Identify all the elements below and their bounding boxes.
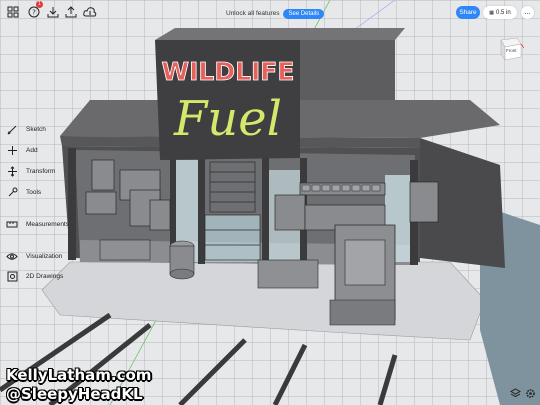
more-button[interactable]: ... [521, 6, 534, 19]
menu-label: Transform [26, 167, 56, 175]
sign-line-2: Fuel [173, 91, 282, 147]
menu-item-transform[interactable]: Transform [4, 163, 55, 179]
menu-label: Add [26, 146, 38, 154]
move-icon [4, 163, 20, 179]
share-button[interactable]: Share [456, 6, 480, 19]
download-icon[interactable] [45, 4, 61, 20]
ruler-icon [4, 216, 20, 232]
cloud-icon[interactable] [82, 4, 98, 20]
wrench-icon [4, 184, 20, 200]
view-cube[interactable]: Front [498, 35, 525, 61]
svg-text:?: ? [32, 9, 36, 17]
menu-item-measurements[interactable]: Measurements [4, 216, 69, 232]
model-scene: WILDLIFE Fuel [0, 0, 540, 405]
watermark-handle: @SleepyHeadKL [6, 385, 143, 403]
see-details-button[interactable]: See Details [283, 8, 325, 19]
menu-item-2d-drawings[interactable]: 2D Drawings [4, 268, 63, 284]
pencil-icon [4, 121, 20, 137]
grid-icon[interactable] [5, 4, 21, 20]
units-value: 0.5 in [496, 9, 511, 16]
unlock-text: Unlock all features [226, 10, 280, 17]
plus-icon [4, 142, 20, 158]
sign-line-1: WILDLIFE [162, 57, 295, 86]
menu-item-sketch[interactable]: Sketch [4, 121, 46, 137]
upload-icon[interactable] [63, 4, 79, 20]
menu-label: Sketch [26, 125, 46, 133]
menu-item-add[interactable]: Add [4, 142, 38, 158]
settings-icon[interactable] [523, 386, 537, 400]
drawing-icon [4, 268, 20, 284]
menu-item-tools[interactable]: Tools [4, 184, 41, 200]
layers-icon[interactable] [508, 386, 522, 400]
model-canvas[interactable]: WILDLIFE Fuel Front ? 1 Unlock all featu… [0, 0, 540, 405]
menu-item-visualization[interactable]: Visualization [4, 248, 62, 264]
units-icon: ▦ [489, 9, 495, 16]
menu-label: 2D Drawings [26, 272, 64, 280]
units-selector[interactable]: ▦ 0.5 in [483, 6, 517, 19]
watermark-website: KellyLatham.com [6, 366, 152, 384]
menu-label: Visualization [26, 252, 63, 260]
view-cube-label: Front [506, 48, 517, 53]
unlock-banner: Unlock all features See Details [226, 6, 325, 21]
menu-label: Tools [26, 188, 42, 196]
notification-badge: 1 [36, 1, 43, 8]
menu-label: Measurements [26, 220, 69, 228]
eye-icon [4, 248, 20, 264]
